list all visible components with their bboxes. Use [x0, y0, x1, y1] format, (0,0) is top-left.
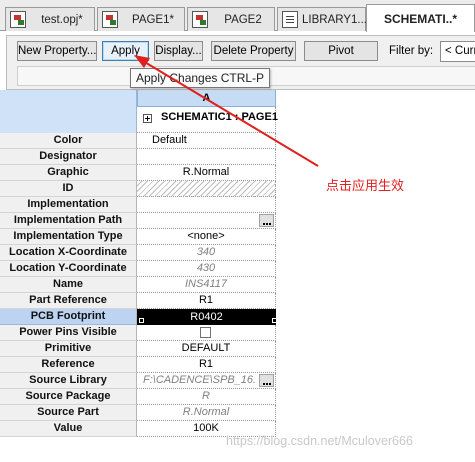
cell-value-with-browse[interactable]	[137, 213, 276, 229]
row-header[interactable]: Value	[0, 421, 137, 437]
cell-value[interactable]	[137, 197, 276, 213]
row-name: Name INS4117	[0, 277, 276, 293]
row-header[interactable]: Implementation Path	[0, 213, 137, 229]
cell-value-with-browse[interactable]: F:\CADENCE\SPB_16.	[137, 373, 276, 389]
cell-value[interactable]: R.Normal	[137, 405, 276, 421]
column-subheader-label: SCHEMATIC1 : PAGE1	[161, 111, 278, 123]
row-header[interactable]: Source Library	[0, 373, 137, 389]
cell-value[interactable]: R.Normal	[137, 165, 276, 181]
tab-label: PAGE2	[224, 13, 262, 26]
schematic-page-icon	[192, 11, 208, 28]
row-part-reference: Part Reference R1	[0, 293, 276, 309]
column-header-a[interactable]: A	[137, 90, 276, 107]
row-id: ID	[0, 181, 276, 197]
filter-by-label: Filter by:	[389, 45, 434, 57]
selection-handle[interactable]	[139, 318, 144, 323]
cell-value-readonly	[137, 181, 276, 197]
browse-ellipsis-icon[interactable]	[259, 374, 274, 387]
new-property-button[interactable]: New Property...	[17, 41, 97, 61]
row-location-y: Location Y-Coordinate 430	[0, 261, 276, 277]
cell-value[interactable]: R1	[137, 293, 276, 309]
row-reference: Reference R1	[0, 357, 276, 373]
row-implementation-path: Implementation Path	[0, 213, 276, 229]
apply-button[interactable]: Apply	[102, 41, 149, 61]
cell-value-selected[interactable]: R0402	[137, 309, 276, 325]
row-location-x: Location X-Coordinate 340	[0, 245, 276, 261]
cell-value[interactable]	[137, 149, 276, 165]
row-source-part: Source Part R.Normal	[0, 405, 276, 421]
row-pcb-footprint: PCB Footprint R0402	[0, 309, 276, 325]
watermark: https://blog.csdn.net/Mculover666	[226, 434, 413, 448]
property-grid: A SCHEMATIC1 : PAGE1 Color Default Desig…	[0, 90, 475, 462]
cell-value[interactable]: <none>	[137, 229, 276, 245]
row-header[interactable]: Source Package	[0, 389, 137, 405]
row-header[interactable]: Graphic	[0, 165, 137, 181]
cell-value[interactable]: DEFAULT	[137, 341, 276, 357]
annotation-text: 点击应用生效	[326, 179, 405, 194]
row-header[interactable]: Primitive	[0, 341, 137, 357]
row-source-package: Source Package R	[0, 389, 276, 405]
filter-by-select[interactable]: < Curre	[440, 41, 475, 62]
cell-value-text: F:\CADENCE\SPB_16.	[143, 374, 257, 386]
browse-ellipsis-icon[interactable]	[259, 214, 274, 227]
tab-label: PAGE1*	[132, 13, 174, 26]
tab-page1[interactable]: PAGE1*	[97, 7, 185, 31]
tab-library1[interactable]: LIBRARY1....	[277, 7, 371, 31]
row-designator: Designator	[0, 149, 276, 165]
row-source-library: Source Library F:\CADENCE\SPB_16.	[0, 373, 276, 389]
schematic-page-icon	[102, 11, 118, 28]
cell-value[interactable]: 430	[137, 261, 276, 277]
tab-test-opj[interactable]: test.opj*	[5, 7, 95, 31]
tab-label: test.opj*	[41, 13, 83, 26]
row-color: Color Default	[0, 133, 276, 149]
display-button[interactable]: Display...	[154, 41, 203, 61]
row-header[interactable]: Designator	[0, 149, 137, 165]
delete-property-button[interactable]: Delete Property	[211, 41, 296, 61]
tab-page2[interactable]: PAGE2	[187, 7, 275, 31]
pivot-button[interactable]: Pivot	[304, 41, 378, 61]
row-header[interactable]: Reference	[0, 357, 137, 373]
column-subheader: SCHEMATIC1 : PAGE1	[137, 107, 278, 133]
cell-value[interactable]: R1	[137, 357, 276, 373]
project-icon	[10, 11, 26, 28]
row-header[interactable]: ID	[0, 181, 137, 197]
row-header[interactable]: Part Reference	[0, 293, 137, 309]
cell-value[interactable]: R	[137, 389, 276, 405]
row-header[interactable]: Implementation	[0, 197, 137, 213]
row-graphic: Graphic R.Normal	[0, 165, 276, 181]
row-header[interactable]: PCB Footprint	[0, 309, 137, 325]
cell-value[interactable]: 340	[137, 245, 276, 261]
cell-value[interactable]: INS4117	[137, 277, 276, 293]
cell-value[interactable]: Default	[137, 133, 276, 149]
row-implementation-type: Implementation Type <none>	[0, 229, 276, 245]
library-icon	[282, 11, 298, 28]
grid-corner	[0, 90, 137, 133]
document-tab-bar: test.opj* PAGE1* PAGE2 LIBRARY1.... SCHE…	[0, 0, 475, 32]
row-header[interactable]: Color	[0, 133, 137, 149]
row-primitive: Primitive DEFAULT	[0, 341, 276, 357]
tab-schematic-active[interactable]: SCHEMATI..*	[366, 4, 475, 32]
apply-tooltip: Apply Changes CTRL-P	[130, 68, 271, 88]
row-header[interactable]: Location X-Coordinate	[0, 245, 137, 261]
cell-value	[137, 325, 276, 341]
row-power-pins-visible: Power Pins Visible	[0, 325, 276, 341]
row-implementation: Implementation	[0, 197, 276, 213]
selection-handle[interactable]	[272, 318, 277, 323]
row-header[interactable]: Name	[0, 277, 137, 293]
row-header[interactable]: Source Part	[0, 405, 137, 421]
expand-icon[interactable]	[143, 114, 152, 123]
row-header[interactable]: Location Y-Coordinate	[0, 261, 137, 277]
power-pins-checkbox[interactable]	[200, 327, 211, 338]
tab-label: LIBRARY1....	[302, 13, 371, 26]
tab-label: SCHEMATI..*	[383, 11, 458, 26]
row-header[interactable]: Implementation Type	[0, 229, 137, 245]
row-header[interactable]: Power Pins Visible	[0, 325, 137, 341]
